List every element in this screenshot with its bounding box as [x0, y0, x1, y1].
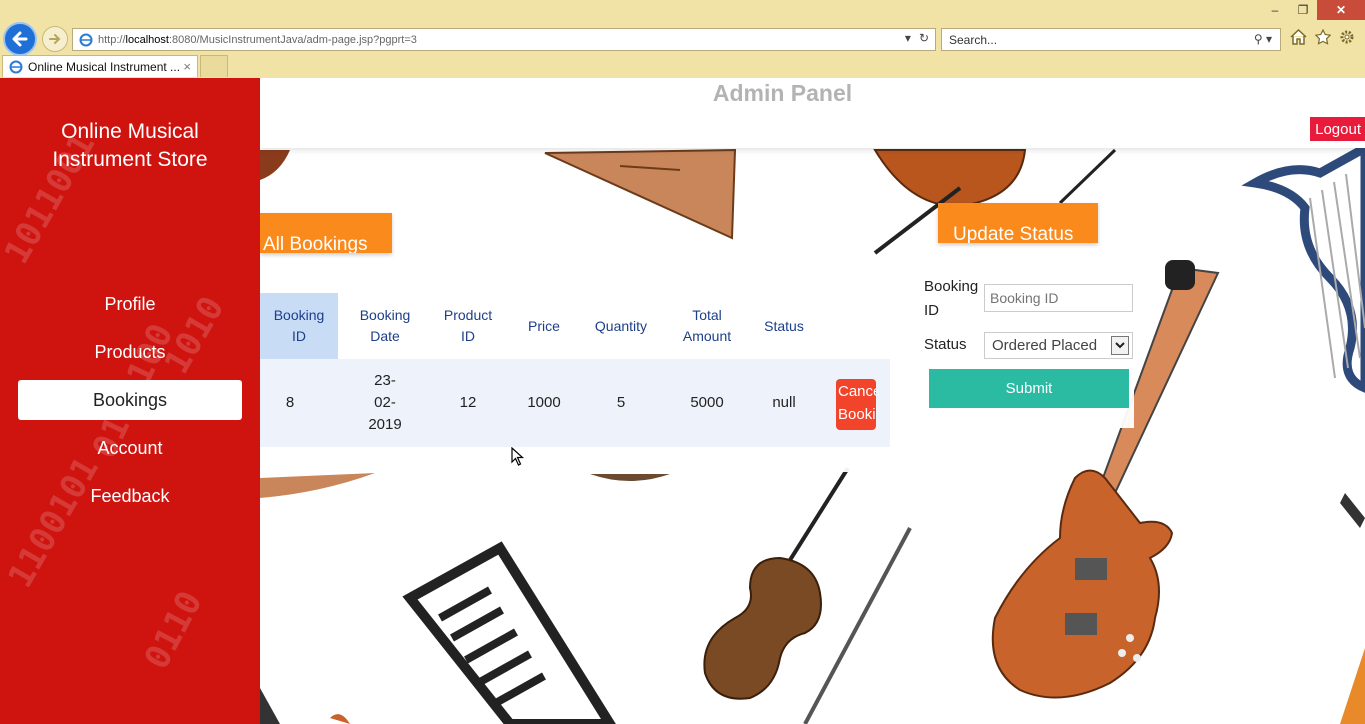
brand-line-1: Online Musical: [61, 120, 199, 143]
booking-id-input[interactable]: [984, 284, 1133, 312]
mouse-cursor-icon: [511, 447, 525, 466]
sidebar-item-profile[interactable]: Profile: [18, 284, 242, 324]
booking-id-label: Booking ID: [924, 278, 979, 319]
chevron-down-icon[interactable]: [1111, 336, 1129, 355]
column-header-quantity: Quantity: [594, 317, 648, 334]
sidebar-item-bookings[interactable]: Bookings: [18, 380, 242, 420]
sidebar-menu: Profile Products Bookings Account Feedba…: [18, 284, 242, 524]
tab-title: Online Musical Instrument ...: [28, 59, 181, 74]
cell-status: null: [772, 394, 796, 411]
sidebar-item-products[interactable]: Products: [18, 332, 242, 372]
tab-close-icon[interactable]: ×: [183, 59, 191, 74]
status-selected-value: Ordered Placed: [992, 337, 1098, 354]
admin-header: Admin Panel Logout: [260, 78, 1365, 148]
svg-text:0110: 0110: [137, 585, 211, 676]
cell-product-id: 12: [459, 394, 477, 411]
column-header-total-amount: Total Amount: [682, 307, 732, 344]
restore-button[interactable]: ❐: [1289, 0, 1317, 20]
cell-quantity: 5: [616, 394, 626, 411]
favorites-star-icon[interactable]: [1315, 29, 1331, 45]
refresh-icon[interactable]: ↻: [919, 31, 929, 45]
cancel-booking-button[interactable]: Cancel Booking: [836, 379, 876, 430]
column-header-price: Price: [528, 317, 560, 334]
all-bookings-heading: All Bookings: [260, 213, 392, 253]
ie-page-icon: [79, 33, 93, 46]
back-button[interactable]: [3, 22, 37, 56]
submit-button[interactable]: Submit: [929, 369, 1129, 408]
minimize-button[interactable]: –: [1261, 0, 1289, 20]
cell-booking-id: 8: [285, 394, 295, 411]
browser-chrome: http://localhost:8080/MusicInstrumentJav…: [0, 0, 1365, 78]
new-tab-button[interactable]: [200, 55, 228, 77]
window-close-button[interactable]: ✕: [1317, 0, 1365, 20]
gear-icon[interactable]: [1339, 29, 1355, 45]
browser-tab[interactable]: Online Musical Instrument ... ×: [2, 55, 198, 77]
url-prefix: http://: [98, 33, 126, 46]
sidebar: 1011001 0101100 1100101 0110 1010 Online…: [0, 78, 260, 724]
browser-search-input[interactable]: Search... ⚲ ▾: [941, 28, 1281, 51]
cell-price: 1000: [527, 394, 561, 411]
logout-button[interactable]: Logout: [1310, 117, 1365, 141]
sidebar-item-feedback[interactable]: Feedback: [18, 476, 242, 516]
column-header-product-id: Product ID: [443, 307, 493, 344]
ie-tab-icon: [9, 60, 23, 73]
sidebar-item-account[interactable]: Account: [18, 428, 242, 468]
column-header-booking-date: Booking Date: [359, 307, 411, 344]
search-placeholder: Search...: [949, 32, 998, 47]
address-bar[interactable]: http://localhost:8080/MusicInstrumentJav…: [72, 28, 936, 51]
brand-line-2: Instrument Store: [52, 148, 208, 171]
column-header-status: Status: [764, 317, 804, 334]
cell-booking-date: 23- 02- 2019: [368, 372, 402, 433]
status-select[interactable]: Ordered Placed: [984, 332, 1133, 359]
page-title: Admin Panel: [712, 80, 853, 106]
store-brand: Online Musical Instrument Store: [0, 118, 260, 174]
main-content: Admin Panel Logout All Bookings Booking I…: [260, 78, 1365, 724]
search-icon[interactable]: ⚲ ▾: [1254, 32, 1272, 46]
forward-button[interactable]: [42, 26, 68, 52]
update-status-heading: Update Status: [938, 203, 1098, 243]
cell-total-amount: 5000: [690, 394, 724, 411]
home-icon[interactable]: [1290, 29, 1307, 45]
dropdown-arrow-icon[interactable]: ▾: [905, 31, 911, 45]
bookings-table-header: Booking ID Booking Date Product ID Price Qu…: [260, 293, 820, 359]
arrow-right-icon: [49, 34, 61, 44]
arrow-left-icon: [12, 31, 28, 47]
column-header-booking-id: Booking ID: [260, 293, 338, 359]
status-label: Status: [924, 336, 967, 353]
url-host: localhost: [125, 33, 169, 46]
url-path: :8080/MusicInstrumentJava/adm-page.jsp?p…: [168, 33, 417, 46]
table-row: 8 23-02-2019 12 1000 5 5000 null Cancel …: [260, 359, 890, 447]
